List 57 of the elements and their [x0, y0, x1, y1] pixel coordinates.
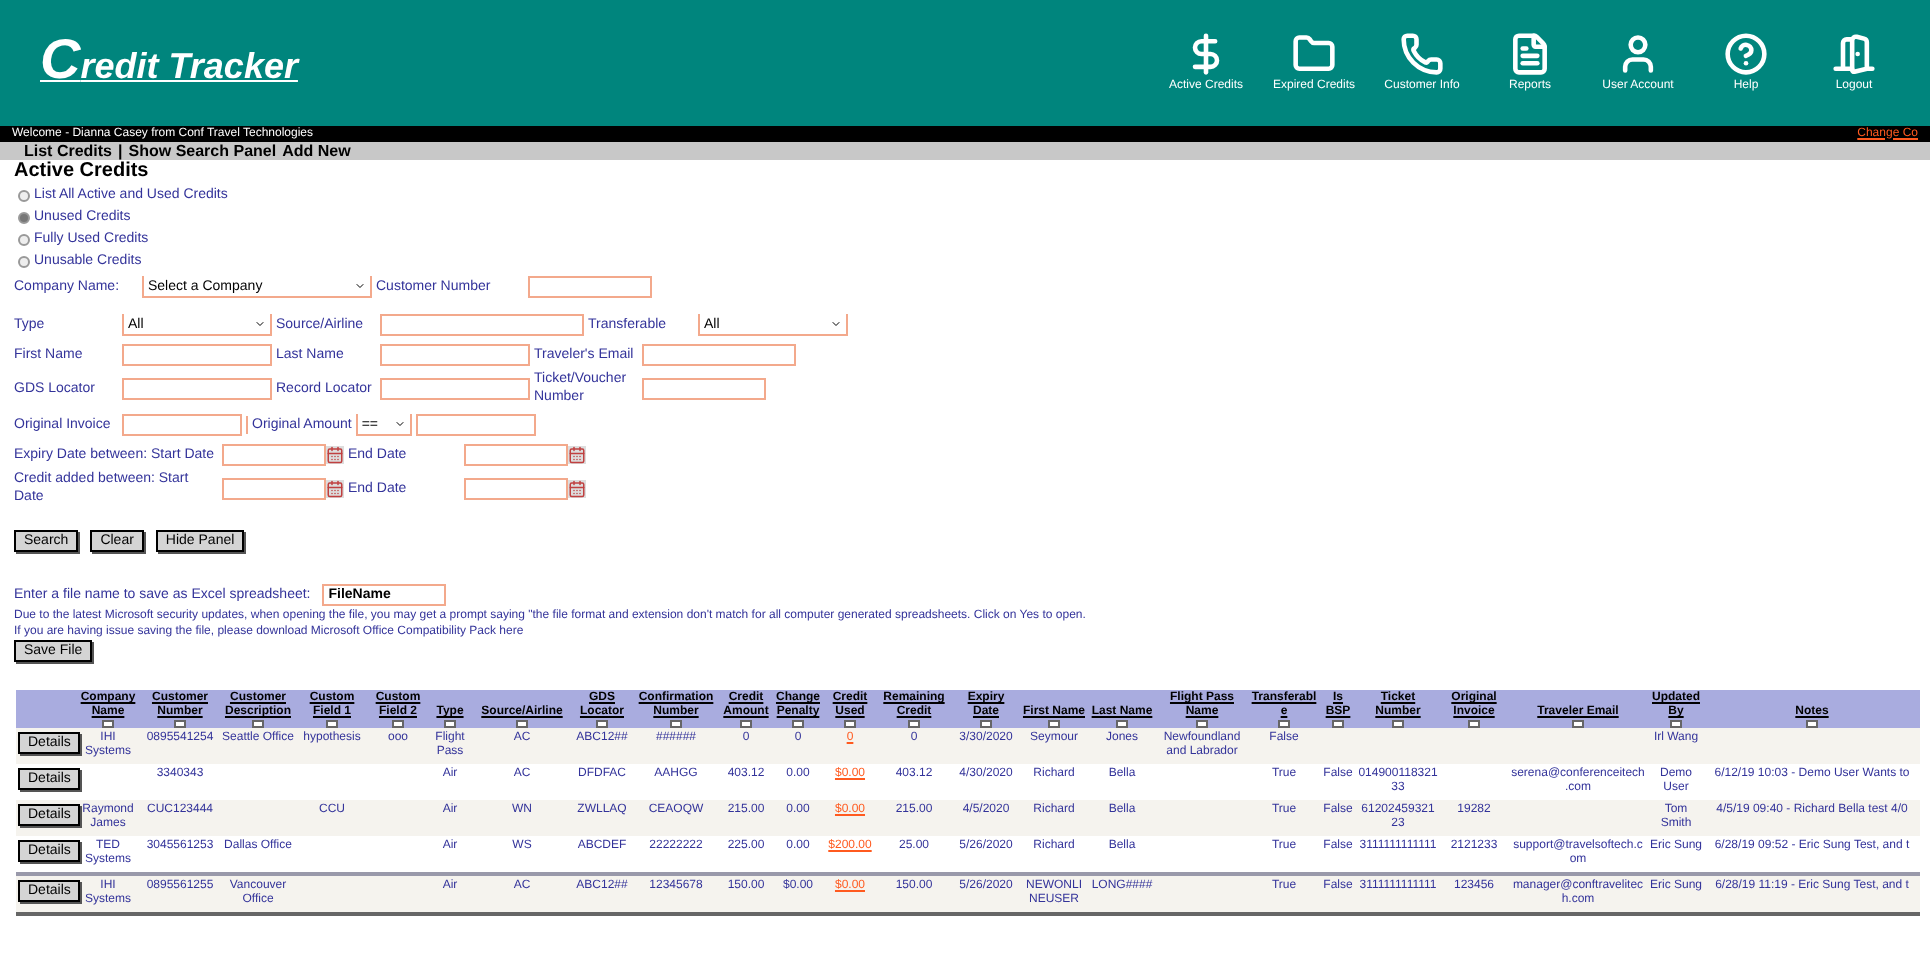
- sort-icon[interactable]: [1278, 720, 1290, 728]
- app-logo[interactable]: Credit Tracker: [40, 38, 298, 88]
- date-field[interactable]: [464, 477, 568, 499]
- sort-icon[interactable]: [1116, 720, 1128, 728]
- calendar-icon[interactable]: [568, 446, 586, 464]
- page-title: Active Credits: [14, 160, 151, 184]
- sort-icon[interactable]: [980, 720, 992, 728]
- sort-icon[interactable]: [792, 720, 804, 728]
- sort-icon[interactable]: [174, 720, 186, 728]
- sort-icon[interactable]: [844, 720, 856, 728]
- caret-icon: [393, 418, 406, 430]
- calendar-icon[interactable]: [326, 446, 344, 464]
- sort-icon[interactable]: [444, 720, 456, 728]
- input-field[interactable]: [380, 344, 530, 366]
- sort-icon[interactable]: [1196, 720, 1208, 728]
- input-field[interactable]: [528, 276, 652, 298]
- sort-icon[interactable]: [1048, 720, 1060, 728]
- caret-icon: [254, 318, 266, 330]
- input-field[interactable]: [642, 377, 766, 399]
- caret-icon: [354, 280, 366, 292]
- sort-icon[interactable]: [102, 720, 114, 728]
- input-field[interactable]: [642, 344, 796, 366]
- input-field[interactable]: [380, 377, 530, 399]
- door-icon: [1832, 32, 1876, 76]
- menu-separator: |: [118, 142, 123, 160]
- sort-icon[interactable]: [1670, 720, 1682, 728]
- date-field[interactable]: [222, 444, 326, 466]
- sort-icon[interactable]: [670, 720, 682, 728]
- sort-icon[interactable]: [326, 720, 338, 728]
- input-field[interactable]: [415, 414, 536, 436]
- folder-icon: [1292, 32, 1336, 76]
- calendar-icon[interactable]: [568, 479, 586, 497]
- sort-icon[interactable]: [252, 720, 264, 728]
- input-field[interactable]: [122, 344, 272, 366]
- sort-icon[interactable]: [1806, 720, 1818, 728]
- input-field[interactable]: [122, 414, 242, 436]
- sort-icon[interactable]: [1392, 720, 1404, 728]
- sort-icon[interactable]: [740, 720, 752, 728]
- menu-link[interactable]: Show Search Panel: [128, 142, 277, 160]
- calendar-icon[interactable]: [326, 479, 344, 497]
- sort-icon[interactable]: [1468, 720, 1480, 728]
- menu-link[interactable]: Add New: [282, 142, 351, 160]
- date-field[interactable]: [222, 477, 326, 499]
- phone-icon: [1400, 32, 1444, 76]
- document-icon: [1508, 32, 1552, 76]
- sort-icon[interactable]: [596, 720, 608, 728]
- input-field[interactable]: [380, 314, 584, 336]
- sort-icon[interactable]: [908, 720, 920, 728]
- menu-link[interactable]: List Credits: [24, 142, 113, 160]
- sort-icon[interactable]: [392, 720, 404, 728]
- sort-icon[interactable]: [516, 720, 528, 728]
- sort-icon[interactable]: [1572, 720, 1584, 728]
- sort-icon[interactable]: [1332, 720, 1344, 728]
- help-icon: [1724, 32, 1768, 76]
- date-field[interactable]: [464, 444, 568, 466]
- input-field[interactable]: [122, 377, 272, 399]
- caret-icon: [830, 318, 842, 330]
